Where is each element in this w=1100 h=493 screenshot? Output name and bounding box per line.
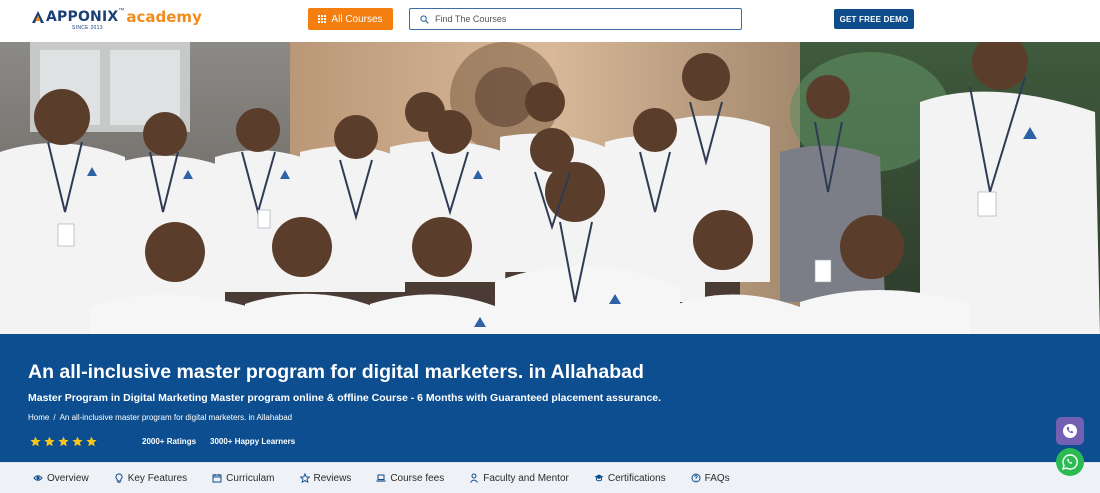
- hero-team-photo: [0, 42, 1100, 334]
- tab-key-features[interactable]: Key Features: [114, 473, 187, 484]
- search-input[interactable]: [435, 14, 715, 24]
- apponix-logo[interactable]: APPONIX ™ academy SINCE 2013: [32, 8, 202, 31]
- course-section-tabs: Overview Key Features Curriculam Reviews Cou…: [0, 462, 1100, 493]
- page-subtitle: Master Program in Digital Marketing Mast…: [28, 392, 662, 404]
- all-courses-label: All Courses: [331, 13, 383, 25]
- rating-stars: [30, 436, 97, 447]
- logo-since-text: SINCE 2013: [72, 25, 103, 31]
- star-icon: [30, 436, 41, 447]
- call-button[interactable]: [1056, 417, 1084, 445]
- team-photo-illustration: [0, 42, 1100, 334]
- whatsapp-icon: [1061, 454, 1078, 471]
- tab-faculty-and-mentor[interactable]: Faculty and Mentor: [469, 473, 569, 484]
- tab-label: Key Features: [127, 472, 188, 484]
- tab-reviews[interactable]: Reviews: [299, 472, 352, 484]
- learners-count: 3000+ Happy Learners: [210, 437, 296, 446]
- site-header: APPONIX ™ academy SINCE 2013 All Courses…: [0, 0, 1100, 42]
- tab-course-fees[interactable]: Course fees: [376, 473, 444, 484]
- tab-label: Course fees: [390, 472, 445, 484]
- eye-icon: [33, 475, 43, 481]
- logo-mark-icon: [32, 11, 44, 23]
- question-circle-icon: [691, 473, 701, 483]
- bulb-icon: [115, 473, 123, 483]
- tab-certifications[interactable]: Certifications: [594, 473, 666, 484]
- star-icon: [86, 436, 97, 447]
- page-title: An all-inclusive master program for digi…: [28, 361, 644, 383]
- logo-academy-text: academy: [126, 8, 202, 26]
- grid-icon: [318, 15, 327, 23]
- star-icon: [44, 436, 55, 447]
- star-icon: [58, 436, 69, 447]
- star-icon: [299, 473, 310, 483]
- tab-label: Reviews: [313, 472, 352, 484]
- logo-trademark: ™: [118, 8, 125, 14]
- all-courses-button[interactable]: All Courses: [308, 8, 393, 30]
- star-icon: [72, 436, 83, 447]
- course-banner: An all-inclusive master program for digi…: [0, 334, 1100, 462]
- get-free-demo-button[interactable]: GET FREE DEMO: [834, 9, 914, 29]
- tab-label: Curriculam: [226, 472, 275, 484]
- breadcrumb: Home / An all-inclusive master program f…: [28, 413, 292, 422]
- breadcrumb-current: An all-inclusive master program for digi…: [59, 413, 293, 422]
- calendar-icon: [212, 474, 222, 483]
- logo-text: APPONIX: [46, 9, 119, 25]
- ratings-count: 2000+ Ratings: [142, 437, 197, 446]
- tab-label: Overview: [47, 472, 89, 484]
- tab-label: Faculty and Mentor: [483, 472, 569, 484]
- tab-curriculam[interactable]: Curriculam: [212, 472, 275, 484]
- whatsapp-button[interactable]: [1056, 448, 1084, 476]
- tab-label: Certifications: [607, 472, 666, 484]
- tab-overview[interactable]: Overview: [33, 473, 89, 484]
- tab-faqs[interactable]: FAQs: [691, 473, 730, 484]
- user-icon: [470, 473, 479, 483]
- search-icon: [420, 14, 429, 24]
- laptop-icon: [376, 474, 386, 482]
- breadcrumb-separator: /: [53, 413, 56, 422]
- graduation-cap-icon: [594, 474, 604, 482]
- phone-icon: [1063, 424, 1077, 438]
- course-search-box[interactable]: [409, 8, 742, 30]
- breadcrumb-home-link[interactable]: Home: [28, 413, 49, 422]
- tab-label: FAQs: [704, 472, 730, 484]
